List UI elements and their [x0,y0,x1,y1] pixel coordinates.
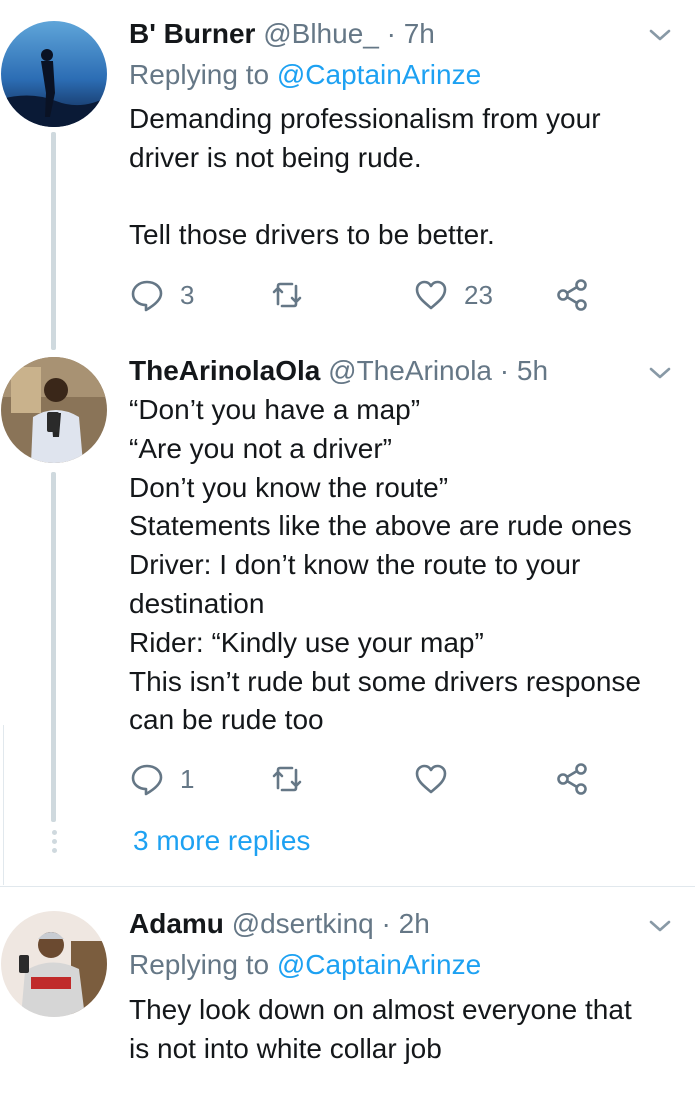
tweet-text-line: Statements like the above are rude ones [129,510,632,542]
tweet-text-line: Tell those drivers to be better. [129,219,495,251]
tweet-feed: B' Burner @Blhue_ · 7h Replying to @Capt… [0,0,695,1094]
like-button[interactable]: 23 [414,277,493,313]
more-replies-dots [50,830,58,857]
timestamp[interactable]: 7h [404,18,435,49]
reply-icon [131,764,163,796]
chevron-down-icon[interactable] [648,917,672,935]
reply-count: 3 [180,279,195,310]
like-count: 23 [464,279,493,310]
tweet-text-line: “Don’t you have a map” [129,394,421,425]
retweet-icon [272,282,302,308]
avatar[interactable] [1,21,107,127]
tweet[interactable]: B' Burner @Blhue_ · 7h Replying to @Capt… [0,0,695,350]
retweet-button[interactable] [270,277,304,313]
paragraph-break [129,178,689,217]
heart-icon [415,764,447,794]
user-handle[interactable]: @Blhue_ [263,18,379,49]
reply-icon [131,280,163,312]
heart-icon [415,280,447,310]
scroll-edge [0,725,4,885]
timestamp[interactable]: 2h [399,908,430,939]
separator-dot: · [499,355,510,386]
chevron-down-icon[interactable] [648,26,672,44]
chevron-down-icon[interactable] [648,364,672,382]
tweet-text-line: can be rude too [129,704,324,736]
display-name[interactable]: B' Burner [129,18,255,49]
reply-count: 1 [180,763,195,794]
tweet-header: B' Burner @Blhue_ · 7h [129,16,435,52]
separator-dot: · [381,908,391,939]
display-name[interactable]: TheArinolaOla [129,355,320,386]
separator-dot: · [386,18,396,49]
user-handle[interactable]: @dsertkinq [232,908,374,939]
tweet-text-line: Driver: I don’t know the route to your [129,549,581,581]
mention-link[interactable]: @CaptainArinze [277,949,481,980]
tweet-text: Demanding professionalism from your driv… [129,100,689,255]
reply-button[interactable]: 3 [130,277,194,313]
tweet-text-line: destination [129,587,265,619]
tweet-text-line: is not into white collar job [129,1032,442,1064]
retweet-icon [272,766,302,792]
tweet[interactable]: TheArinolaOla @TheArinola · 5h “Don’t yo… [0,340,695,886]
tweet-text: “Don’t you have a map” “Are you not a dr… [129,391,695,740]
retweet-button[interactable] [270,761,304,797]
reply-button[interactable]: 1 [130,761,194,797]
tweet-text-line: Don’t you know the route” [129,471,449,503]
tweet[interactable]: Adamu @dsertkinq · 2h Replying to @Capta… [0,887,695,1094]
tweet-text-line: Demanding professionalism from your [129,103,601,134]
like-button[interactable] [414,761,448,797]
tweet-text: They look down on almost everyone that i… [129,991,689,1069]
timestamp[interactable]: 5h [517,355,548,386]
replying-to: Replying to @CaptainArinze [129,57,481,93]
tweet-header: Adamu @dsertkinq · 2h [129,906,430,942]
tweet-text-line: “Are you not a driver” [129,432,392,464]
more-replies-link[interactable]: 3 more replies [133,823,310,859]
avatar[interactable] [1,357,107,463]
mention-link[interactable]: @CaptainArinze [277,59,481,90]
thread-line [51,472,56,822]
share-button[interactable] [555,277,589,313]
tweet-text-line: They look down on almost everyone that [129,994,632,1025]
tweet-actions: 1 [130,761,600,797]
replying-to-label: Replying to [129,59,270,90]
display-name[interactable]: Adamu [129,908,224,939]
tweet-actions: 3 23 [130,277,600,313]
tweet-text-line: driver is not being rude. [129,141,422,173]
share-button[interactable] [555,761,589,797]
share-icon [557,763,587,795]
user-handle[interactable]: @TheArinola [328,355,492,386]
tweet-text-line: This isn’t rude but some drivers respons… [129,665,641,697]
thread-line [51,132,56,350]
replying-to-label: Replying to [129,949,270,980]
avatar[interactable] [1,911,107,1017]
replying-to: Replying to @CaptainArinze [129,947,481,983]
tweet-header: TheArinolaOla @TheArinola · 5h [129,353,548,389]
share-icon [557,279,587,311]
tweet-text-line: Rider: “Kindly use your map” [129,626,484,658]
